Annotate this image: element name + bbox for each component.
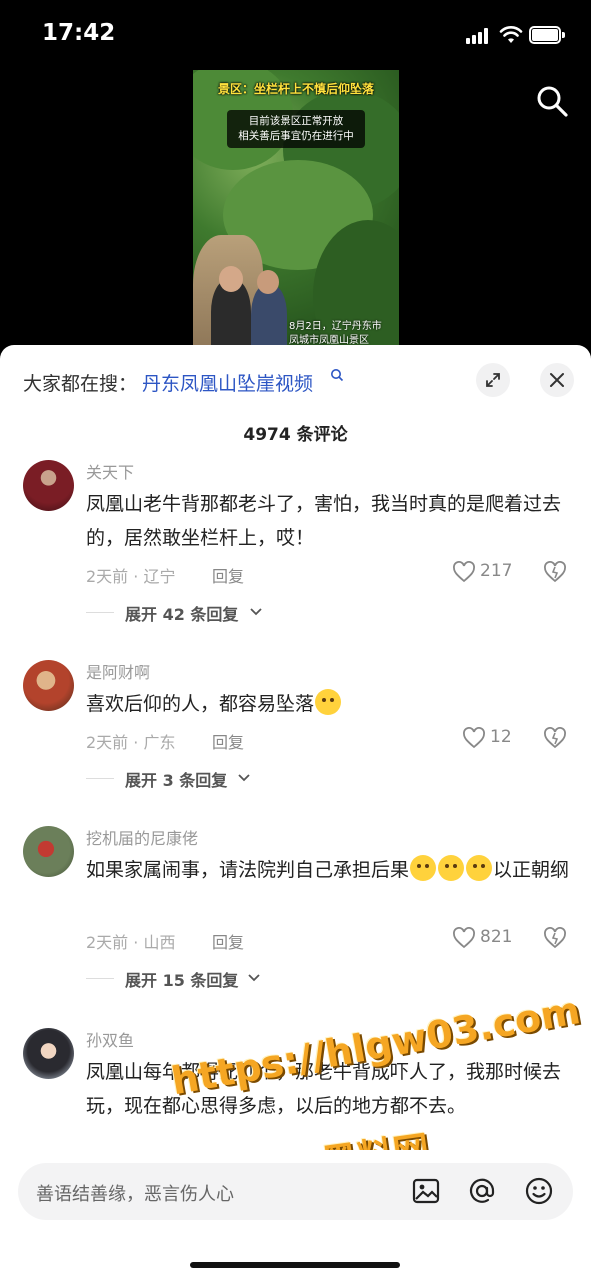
comment-text-body: 如果家属闹事，请法院判自己承担后果 (86, 859, 410, 881)
comment-sheet: 大家都在搜： 丹东凤凰山坠崖视频 4974 条评论 关天下 凤凰山老牛背那都老斗… (0, 345, 591, 1280)
heart-icon (453, 561, 475, 583)
hot-search-magnifier-icon[interactable] (330, 368, 344, 386)
comment-item: 挖机届的尼康佬 如果家属闹事，请法院判自己承担后果 以正朝纲 2天前 · 山西 回… (0, 823, 591, 1003)
chevron-down-icon (248, 974, 260, 982)
comment-meta: 2天前 · 山西 (86, 933, 176, 952)
home-indicator[interactable] (190, 1262, 400, 1268)
comment-text: 如果家属闹事，请法院判自己承担后果 以正朝纲 (86, 853, 576, 887)
expand-replies-button[interactable]: 展开 42 条回复 (125, 601, 238, 625)
like-count: 12 (490, 727, 512, 747)
video-caption-box: 目前该景区正常开放 相关善后事宜仍在进行中 (227, 110, 365, 148)
chevron-down-icon (238, 774, 250, 782)
emoji-icon[interactable] (524, 1176, 554, 1206)
heart-icon (463, 727, 485, 749)
comment-text-body: 喜欢后仰的人，都容易坠落 (86, 693, 315, 715)
video-thumbnail[interactable]: 景区：坐栏杆上不慎后仰坠落 目前该景区正常开放 相关善后事宜仍在进行中 8月2日… (193, 70, 399, 360)
screen: 17:42 景区：坐栏杆上不慎后仰坠落 目前该景区正常开放 相关善后事宜仍在进行… (0, 0, 591, 1280)
like-count: 217 (480, 561, 513, 581)
at-icon[interactable] (467, 1176, 497, 1206)
divider (86, 978, 114, 979)
hot-search-link[interactable]: 丹东凤凰山坠崖视频 (142, 369, 313, 396)
image-icon[interactable] (411, 1176, 441, 1206)
expand-replies-button[interactable]: 展开 3 条回复 (125, 767, 227, 791)
cellular-signal-icon (466, 28, 492, 44)
comment-count: 4974 条评论 (243, 425, 348, 445)
comment-username[interactable]: 关天下 (86, 459, 134, 483)
dislike-icon[interactable] (543, 927, 567, 949)
avatar[interactable] (23, 660, 74, 711)
divider (86, 612, 114, 613)
avatar[interactable] (23, 460, 74, 511)
video-caption-title: 景区：坐栏杆上不慎后仰坠落 (217, 82, 374, 96)
close-button[interactable] (540, 363, 574, 397)
status-time: 17:42 (42, 20, 116, 46)
smile-emoji-icon (466, 855, 493, 881)
hot-search-prefix: 大家都在搜： (23, 373, 138, 395)
video-caption-line: 目前该景区正常开放 (248, 115, 344, 127)
comment-text-body: 以正朝纲 (493, 859, 570, 881)
comment-input[interactable]: 善语结善缘，恶言伤人心 (18, 1163, 573, 1220)
status-bar: 17:42 (0, 0, 591, 70)
comment-username[interactable]: 挖机届的尼康佬 (86, 825, 198, 849)
search-icon[interactable] (535, 84, 569, 118)
avatar[interactable] (23, 826, 74, 877)
crying-emoji-icon (315, 689, 342, 715)
comment-username[interactable]: 孙双鱼 (86, 1027, 134, 1051)
smile-emoji-icon (438, 855, 465, 881)
heart-icon (453, 927, 475, 949)
chevron-down-icon (250, 608, 262, 616)
comment-item: 关天下 凤凰山老牛背那都老斗了，害怕，我当时真的是爬着过去的，居然敢坐栏杆上，哎… (0, 457, 591, 627)
wifi-icon (499, 25, 523, 45)
expand-button[interactable] (476, 363, 510, 397)
comment-meta: 2天前 · 广东 (86, 733, 176, 752)
battery-icon (529, 26, 565, 44)
smile-emoji-icon (410, 855, 437, 881)
video-location-line: 8月2日，辽宁丹东市 (289, 321, 382, 332)
comment-item: 是阿财啊 喜欢后仰的人，都容易坠落 2天前 · 广东 回复 12 展开 3 条回… (0, 657, 591, 797)
comment-meta: 2天前 · 辽宁 (86, 567, 176, 586)
like-count: 821 (480, 927, 513, 947)
divider (86, 778, 114, 779)
reply-button[interactable]: 回复 (212, 729, 244, 753)
expand-replies-button[interactable]: 展开 15 条回复 (125, 967, 238, 991)
reply-button[interactable]: 回复 (212, 563, 244, 587)
sheet-header: 大家都在搜： 丹东凤凰山坠崖视频 (0, 345, 591, 417)
comment-input-placeholder: 善语结善缘，恶言伤人心 (36, 1184, 234, 1205)
comment-text: 喜欢后仰的人，都容易坠落 (86, 687, 576, 721)
comment-username[interactable]: 是阿财啊 (86, 659, 150, 683)
reply-button[interactable]: 回复 (212, 929, 244, 953)
video-player[interactable]: 景区：坐栏杆上不慎后仰坠落 目前该景区正常开放 相关善后事宜仍在进行中 8月2日… (0, 70, 591, 360)
close-icon (550, 373, 564, 387)
dislike-icon[interactable] (543, 561, 567, 583)
video-caption-line: 相关善后事宜仍在进行中 (238, 130, 354, 142)
comment-text: 凤凰山老牛背那都老斗了，害怕，我当时真的是爬着过去的，居然敢坐栏杆上，哎！ (86, 493, 562, 549)
video-caption-location: 8月2日，辽宁丹东市 凤城市凤凰山景区 (289, 320, 399, 348)
dislike-icon[interactable] (543, 727, 567, 749)
avatar[interactable] (23, 1028, 74, 1079)
expand-icon (486, 373, 500, 387)
